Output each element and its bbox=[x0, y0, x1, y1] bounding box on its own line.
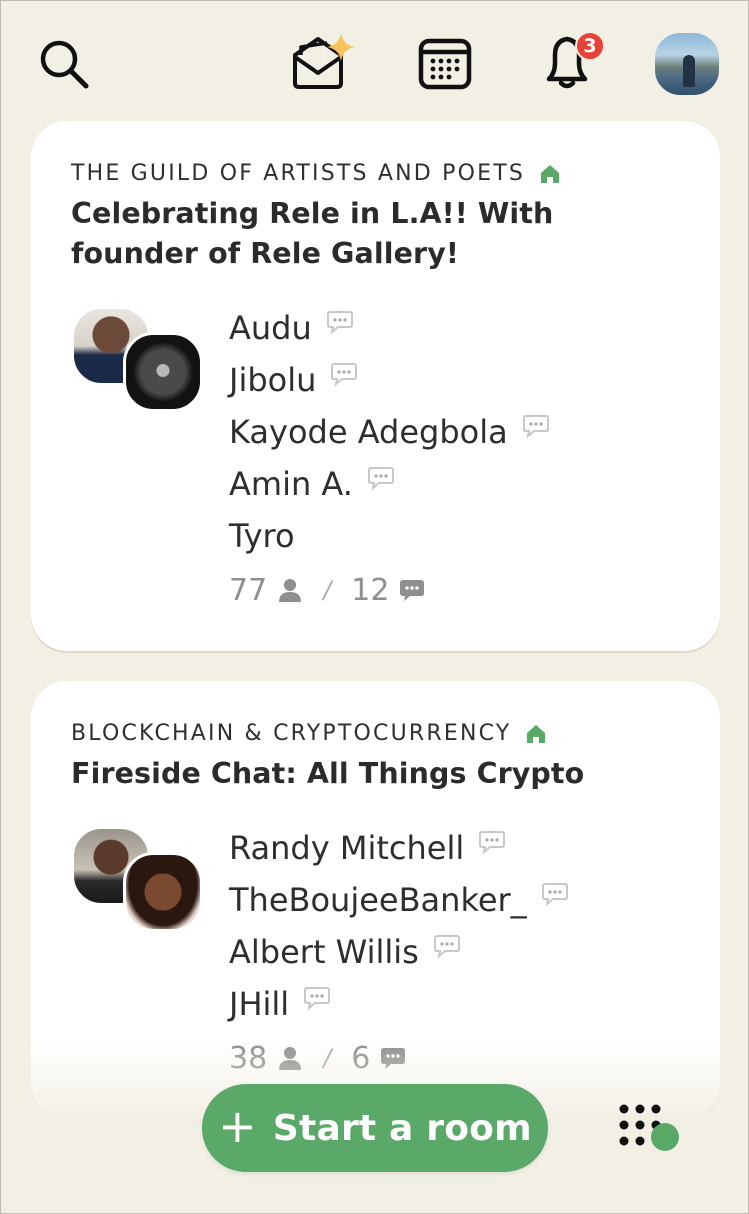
room-title: Fireside Chat: All Things Crypto bbox=[71, 757, 585, 790]
bell-icon[interactable]: 3 bbox=[537, 29, 609, 93]
home-icon bbox=[541, 164, 560, 183]
person-icon bbox=[279, 579, 302, 602]
speaker-name: Randy Mitchell bbox=[229, 829, 465, 867]
speaker-avatar bbox=[123, 852, 203, 932]
speaking-bubble-icon bbox=[541, 883, 568, 907]
envelope-sparkle-icon[interactable] bbox=[287, 29, 361, 93]
avatar-person-shape bbox=[683, 55, 695, 87]
speaking-bubble-icon bbox=[304, 987, 331, 1011]
speaking-bubble-icon bbox=[522, 415, 549, 439]
speaker-avatar bbox=[123, 332, 203, 412]
speaking-bubble-icon bbox=[479, 831, 506, 855]
app-frame: 3 THE GUILD OF ARTISTS AND POETS Celebra… bbox=[0, 0, 749, 1214]
listener-count: 77 bbox=[229, 572, 268, 608]
speaker-item: Amin A. bbox=[229, 458, 680, 510]
speaker-name: Tyro bbox=[229, 517, 295, 555]
speaker-list: Audu Jibolu Kayode Adegbola Amin A. Tyro bbox=[229, 302, 680, 616]
speaker-item: Randy Mitchell bbox=[229, 822, 680, 874]
stats-separator: / bbox=[323, 576, 332, 604]
club-name: BLOCKCHAIN & CRYPTOCURRENCY bbox=[71, 721, 680, 746]
calendar-icon[interactable] bbox=[417, 35, 473, 91]
speaker-item: Jibolu bbox=[229, 354, 680, 406]
start-room-button[interactable]: + Start a room bbox=[202, 1084, 548, 1172]
room-body: Audu Jibolu Kayode Adegbola Amin A. Tyro bbox=[71, 302, 680, 616]
club-label: THE GUILD OF ARTISTS AND POETS bbox=[71, 161, 526, 186]
speaking-bubble-icon bbox=[326, 311, 353, 335]
speaker-name: Audu bbox=[229, 309, 312, 347]
speaking-bubble-icon bbox=[367, 467, 394, 491]
speaker-name: TheBoujeeBanker_ bbox=[229, 881, 527, 919]
speaking-bubble-icon bbox=[331, 363, 358, 387]
speaker-avatars bbox=[71, 306, 211, 426]
speaker-name: Albert Willis bbox=[229, 933, 419, 971]
chat-count: 12 bbox=[351, 572, 390, 608]
speaker-item: Albert Willis bbox=[229, 926, 680, 978]
start-room-label: Start a room bbox=[272, 1107, 532, 1149]
speaker-item: Audu bbox=[229, 302, 680, 354]
speaking-bubble-icon bbox=[433, 935, 460, 959]
dots-grid-icon[interactable] bbox=[615, 1101, 687, 1157]
chat-bubble-icon bbox=[400, 580, 425, 601]
speaker-name: Kayode Adegbola bbox=[229, 413, 508, 451]
plus-icon: + bbox=[218, 1099, 257, 1153]
room-card[interactable]: THE GUILD OF ARTISTS AND POETS Celebrati… bbox=[31, 121, 720, 651]
speaker-name: Amin A. bbox=[229, 465, 353, 503]
room-stats: 77 / 12 bbox=[229, 564, 680, 616]
profile-avatar[interactable] bbox=[655, 33, 719, 95]
notification-badge: 3 bbox=[575, 31, 605, 61]
club-label: BLOCKCHAIN & CRYPTOCURRENCY bbox=[71, 721, 512, 746]
speaker-item: Tyro bbox=[229, 510, 680, 562]
search-icon[interactable] bbox=[35, 35, 93, 93]
speaker-name: Jibolu bbox=[229, 361, 317, 399]
top-bar: 3 bbox=[1, 1, 748, 111]
room-title: Celebrating Rele in L.A!! With founder o… bbox=[71, 197, 554, 270]
speaker-name: JHill bbox=[229, 985, 290, 1023]
home-icon bbox=[527, 724, 546, 743]
speaker-item: JHill bbox=[229, 978, 680, 1030]
club-name: THE GUILD OF ARTISTS AND POETS bbox=[71, 161, 680, 186]
speaker-item: TheBoujeeBanker_ bbox=[229, 874, 680, 926]
speaker-avatars bbox=[71, 826, 211, 946]
speaker-item: Kayode Adegbola bbox=[229, 406, 680, 458]
